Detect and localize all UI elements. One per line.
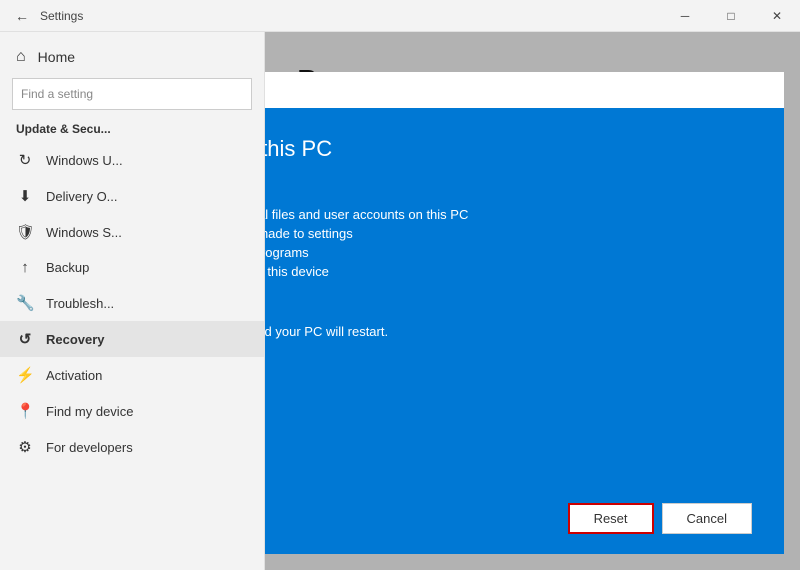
title-bar: ← Settings ─ □ ✕ [0, 0, 800, 32]
sidebar-item-label: Activation [46, 368, 102, 383]
backup-icon: ↑ [16, 259, 34, 276]
sidebar-item-label: Windows S... [46, 225, 122, 240]
list-item: Remove all the personal files and user a… [265, 205, 752, 224]
sidebar-section-header: Update & Secu... [0, 118, 264, 142]
sidebar-item-label: Windows U... [46, 153, 123, 168]
dialog-titlebar: Reset this PC [265, 72, 784, 108]
dialog-footer: Learn more Reset Cancel [265, 491, 784, 554]
list-item: This will take a while and your PC will … [265, 322, 752, 341]
sidebar-item-windows-update[interactable]: ↻ Windows U... [0, 142, 264, 178]
cancel-button[interactable]: Cancel [662, 503, 752, 534]
sidebar: ⌂ Home Find a setting Update & Secu... ↻… [0, 32, 265, 570]
sidebar-item-label: Troublesh... [46, 296, 114, 311]
shield-icon: 🛡 [16, 223, 34, 241]
app-body: ⌂ Home Find a setting Update & Secu... ↻… [0, 32, 800, 570]
window-controls: ─ □ ✕ [662, 0, 800, 32]
activation-icon: ⚡ [16, 366, 34, 384]
developers-icon: ⚙ [16, 438, 34, 456]
back-button[interactable]: ← [8, 2, 36, 30]
sidebar-item-recovery[interactable]: ↺ Recovery [0, 321, 264, 357]
sidebar-home-label: Home [38, 49, 75, 65]
reset-dialog: Reset this PC Ready to reset this PC Res… [265, 72, 784, 554]
sidebar-item-label: Backup [46, 260, 89, 275]
maximize-button[interactable]: □ [708, 0, 754, 32]
sidebar-item-troubleshoot[interactable]: 🔧 Troublesh... [0, 285, 264, 321]
resetting-list: Remove all the personal files and user a… [265, 205, 752, 281]
search-box[interactable]: Find a setting [12, 78, 252, 110]
resetting-label: Resetting will: [265, 182, 752, 197]
note-label: Note: [265, 299, 752, 314]
recovery-icon: ↺ [16, 330, 34, 348]
content-area: Recovery Reset this PC Ready to reset th… [265, 32, 800, 570]
home-icon: ⌂ [16, 48, 26, 66]
sidebar-item-label: Recovery [46, 332, 105, 347]
find-device-icon: 📍 [16, 402, 34, 420]
list-item: Reinstall Windows from this device [265, 262, 752, 281]
sidebar-item-find-my-device[interactable]: 📍 Find my device [0, 393, 264, 429]
sidebar-item-label: Find my device [46, 404, 133, 419]
sidebar-item-activation[interactable]: ⚡ Activation [0, 357, 264, 393]
sidebar-item-backup[interactable]: ↑ Backup [0, 250, 264, 285]
reset-button[interactable]: Reset [568, 503, 654, 534]
sidebar-item-delivery[interactable]: ⬇ Delivery O... [0, 178, 264, 214]
minimize-button[interactable]: ─ [662, 0, 708, 32]
search-placeholder: Find a setting [21, 87, 93, 101]
sidebar-item-label: Delivery O... [46, 189, 118, 204]
note-list: This will take a while and your PC will … [265, 322, 752, 341]
app-title: Settings [40, 9, 83, 23]
sidebar-item-for-developers[interactable]: ⚙ For developers [0, 429, 264, 465]
sidebar-item-home[interactable]: ⌂ Home [0, 40, 264, 74]
troubleshoot-icon: 🔧 [16, 294, 34, 312]
update-icon: ↻ [16, 151, 34, 169]
delivery-icon: ⬇ [16, 187, 34, 205]
close-button[interactable]: ✕ [754, 0, 800, 32]
list-item: Remove any changes made to settings [265, 224, 752, 243]
sidebar-item-label: For developers [46, 440, 133, 455]
list-item: Remove all apps and programs [265, 243, 752, 262]
sidebar-item-windows-security[interactable]: 🛡 Windows S... [0, 214, 264, 250]
dialog-buttons: Reset Cancel [568, 503, 752, 534]
dialog-body: Ready to reset this PC Resetting will: R… [265, 108, 784, 491]
dialog-heading: Ready to reset this PC [265, 136, 752, 162]
